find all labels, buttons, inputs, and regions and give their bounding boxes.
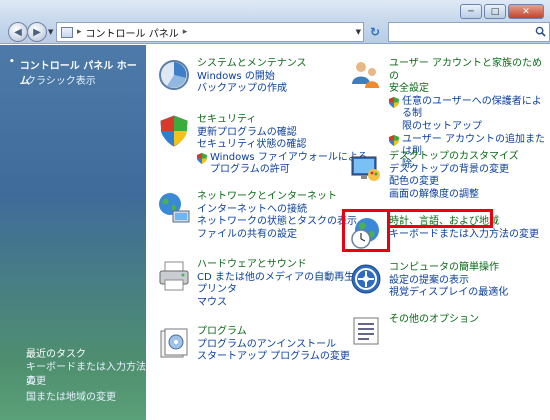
category-link[interactable]: セキュリティ状態の確認 [197, 139, 368, 152]
category-link[interactable]: CD または他のメディアの自動再生 [197, 272, 354, 285]
category-title[interactable]: デスクトップのカスタマイズ [389, 151, 519, 164]
category-link[interactable]: スタートアップ プログラムの変更 [197, 351, 350, 364]
recent-task-keyboard-cont[interactable]: 変更 [26, 375, 46, 389]
category-link[interactable]: 視覚ディスプレイの最適化 [389, 287, 508, 300]
category-title[interactable]: コンピュータの簡単操作 [389, 262, 508, 275]
category-network: ネットワークとインターネット インターネットへの接続 ネットワークの状態とタスク… [157, 191, 357, 241]
category-link[interactable]: プリンタ [197, 284, 354, 297]
category-title[interactable]: その他のオプション [389, 314, 479, 327]
bullet-icon: • [9, 57, 15, 67]
category-appearance: デスクトップのカスタマイズ デスクトップの背景の変更 配色の変更 画面の解像度の… [349, 151, 519, 201]
back-button[interactable]: ◀ [8, 22, 28, 42]
category-link[interactable]: 更新プログラムの確認 [197, 127, 368, 140]
address-dropdown-icon[interactable]: ▼ [356, 28, 361, 36]
control-panel-icon [61, 26, 73, 38]
sidebar: • コントロール パネル ホーム クラシック表示 最近のタスク キーボードまたは… [0, 45, 146, 420]
highlight-box [342, 209, 390, 252]
category-system: システムとメンテナンス Windows の開始 バックアップの作成 [157, 58, 307, 96]
category-link[interactable]: ファイルの共有の設定 [197, 229, 357, 242]
category-link[interactable]: 任意のユーザーへの保護者による制 [389, 96, 550, 121]
category-security: セキュリティ 更新プログラムの確認 セキュリティ状態の確認 Windows ファ… [157, 114, 368, 177]
forward-arrow-icon: ▶ [33, 26, 41, 38]
printer-icon[interactable] [157, 259, 191, 293]
network-globe-icon[interactable] [157, 191, 191, 225]
category-title[interactable]: システムとメンテナンス [197, 58, 307, 71]
category-ease-of-access: コンピュータの簡単操作 設定の提案の表示 視覚ディスプレイの最適化 [349, 262, 508, 300]
refresh-icon[interactable]: ↻ [366, 22, 384, 42]
sidebar-item-classic-view[interactable]: クラシック表示 [26, 72, 96, 87]
ease-of-access-icon[interactable] [349, 262, 383, 296]
additional-options-icon[interactable] [349, 314, 383, 348]
category-link-text: 任意のユーザーへの保護者による制 [402, 95, 542, 120]
category-link[interactable]: 限のセットアップ [389, 121, 550, 134]
search-input[interactable] [388, 22, 550, 42]
category-link[interactable]: 設定の提案の表示 [389, 275, 508, 288]
highlight-box-title [387, 209, 493, 228]
category-link[interactable]: デスクトップの背景の変更 [389, 164, 519, 177]
maximize-button[interactable]: □ [484, 4, 506, 19]
category-link[interactable]: プログラムのアンインストール [197, 339, 350, 352]
category-additional-options: その他のオプション [349, 314, 479, 348]
uac-shield-icon [389, 96, 399, 108]
uac-shield-icon [197, 152, 207, 164]
uac-shield-icon [389, 134, 399, 146]
category-link-text: Windows ファイアウォールによる [210, 151, 368, 163]
recent-tasks-heading: 最近のタスク [26, 349, 86, 360]
forward-button[interactable]: ▶ [27, 22, 47, 42]
category-link[interactable]: プログラムの許可 [197, 164, 368, 177]
category-title[interactable]: プログラム [197, 326, 350, 339]
search-icon[interactable] [535, 26, 546, 37]
window-controls: ─ □ ✕ [460, 4, 544, 19]
recent-task-region[interactable]: 国または地域の変更 [26, 391, 116, 405]
category-title[interactable]: ネットワークとインターネット [197, 191, 357, 204]
minimize-button[interactable]: ─ [460, 4, 482, 19]
category-link[interactable]: 配色の変更 [389, 176, 519, 189]
category-link[interactable]: キーボードまたは入力方法の変更 [389, 229, 539, 242]
security-shield-icon[interactable] [157, 114, 191, 148]
category-link[interactable]: マウス [197, 297, 354, 310]
appearance-icon[interactable] [349, 151, 383, 185]
users-icon[interactable] [349, 58, 383, 92]
category-link[interactable]: Windows ファイアウォールによる [197, 152, 368, 165]
programs-icon[interactable] [157, 326, 191, 360]
back-arrow-icon: ◀ [14, 26, 22, 38]
system-maintenance-icon[interactable] [157, 58, 191, 92]
category-programs: プログラム プログラムのアンインストール スタートアップ プログラムの変更 [157, 326, 350, 364]
category-link[interactable]: 画面の解像度の調整 [389, 189, 519, 202]
breadcrumb-separator-icon[interactable]: ▸ [77, 27, 82, 37]
category-link[interactable]: ネットワークの状態とタスクの表示 [197, 216, 357, 229]
category-title[interactable]: ハードウェアとサウンド [197, 259, 354, 272]
category-hardware: ハードウェアとサウンド CD または他のメディアの自動再生 プリンタ マウス [157, 259, 354, 309]
title-bar: ─ □ ✕ ◀ ▶ ▼ ▸ コントロール パネル ▸ ▼ ↻ [0, 0, 550, 44]
category-link[interactable]: Windows の開始 [197, 71, 307, 84]
category-link[interactable]: バックアップの作成 [197, 83, 307, 96]
breadcrumb-chevron-icon[interactable]: ▸ [183, 27, 188, 37]
close-button[interactable]: ✕ [508, 4, 544, 19]
category-title[interactable]: ユーザー アカウントと家族のための [389, 58, 550, 83]
breadcrumb-control-panel[interactable]: コントロール パネル [86, 25, 179, 40]
category-title-cont[interactable]: 安全設定 [389, 83, 550, 96]
history-dropdown-icon[interactable]: ▼ [48, 28, 53, 36]
address-bar[interactable]: ▸ コントロール パネル ▸ ▼ [56, 22, 364, 42]
category-link[interactable]: インターネットへの接続 [197, 204, 357, 217]
category-title[interactable]: セキュリティ [197, 114, 368, 127]
